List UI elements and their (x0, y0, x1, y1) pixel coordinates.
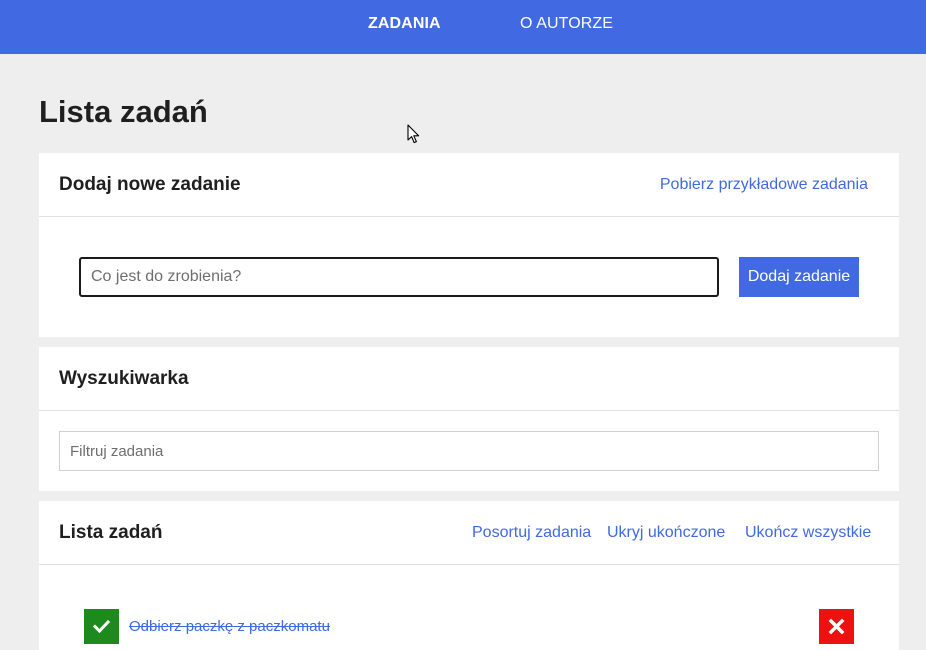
task-item: Odbierz paczkę z paczkomatu (84, 609, 854, 645)
task-text[interactable]: Odbierz paczkę z paczkomatu (129, 617, 330, 637)
page-title: Lista zadań (39, 94, 208, 129)
task-list-card: Lista zadań Posortuj zadania Ukryj ukońc… (39, 501, 899, 650)
fetch-sample-tasks-link[interactable]: Pobierz przykładowe zadania (660, 174, 868, 196)
task-list-title: Lista zadań (59, 522, 163, 543)
check-icon (92, 619, 111, 634)
toggle-complete-button[interactable] (84, 609, 119, 644)
add-task-card-header: Dodaj nowe zadanie Pobierz przykładowe z… (39, 153, 899, 217)
top-navigation: ZADANIA O AUTORZE (0, 0, 926, 54)
add-task-card: Dodaj nowe zadanie Pobierz przykładowe z… (39, 153, 899, 337)
add-task-button[interactable]: Dodaj zadanie (739, 257, 859, 297)
filter-tasks-input[interactable] (59, 431, 879, 471)
nav-item-about-author[interactable]: O AUTORZE (520, 0, 613, 54)
close-icon (828, 618, 845, 635)
nav-item-tasks[interactable]: ZADANIA (368, 0, 441, 54)
search-card-header: Wyszukiwarka (39, 347, 899, 411)
search-title: Wyszukiwarka (59, 368, 189, 389)
task-list-card-header: Lista zadań Posortuj zadania Ukryj ukońc… (39, 501, 899, 565)
add-task-title: Dodaj nowe zadanie (59, 174, 241, 195)
search-card: Wyszukiwarka (39, 347, 899, 491)
complete-all-link[interactable]: Ukończ wszystkie (745, 522, 871, 544)
new-task-input[interactable] (79, 257, 719, 297)
delete-task-button[interactable] (819, 609, 854, 644)
hide-completed-link[interactable]: Ukryj ukończone (607, 522, 725, 544)
sort-tasks-link[interactable]: Posortuj zadania (472, 522, 591, 544)
mouse-pointer-icon (407, 124, 420, 144)
